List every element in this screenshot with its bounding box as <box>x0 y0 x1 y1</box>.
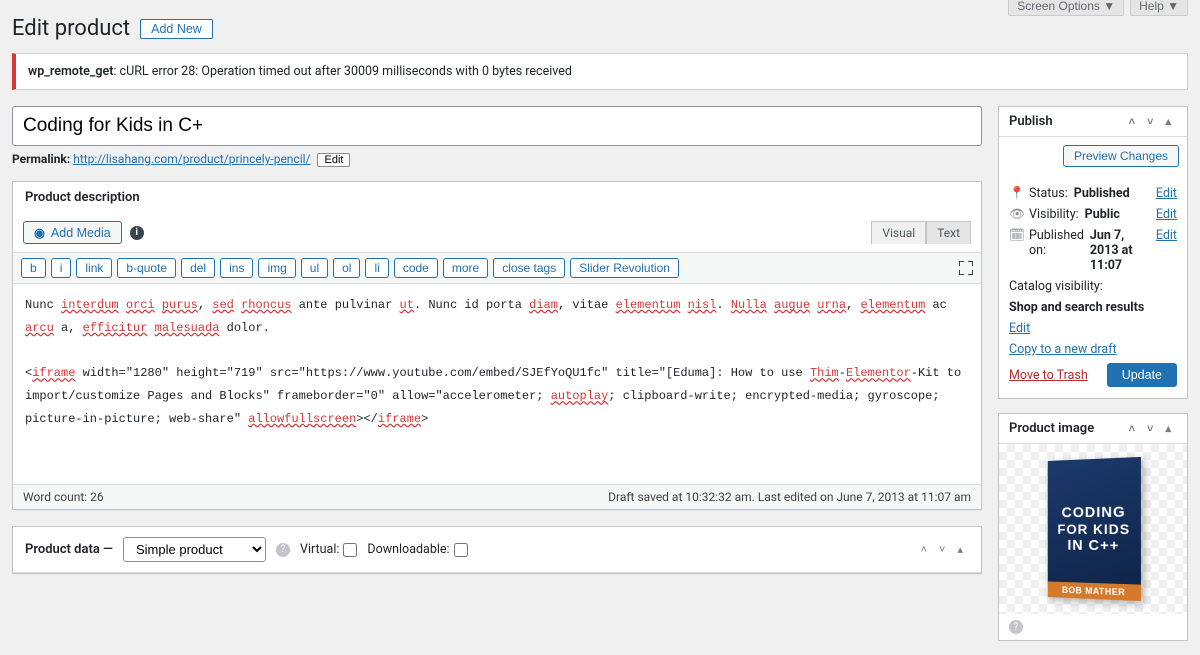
virtual-checkbox-label: Virtual: <box>300 542 357 557</box>
publish-box: Publish ˄ ˅ ▴ Preview Changes 📍 Status: … <box>998 106 1188 399</box>
eye-icon: 👁 <box>1009 207 1023 222</box>
book-title-1: CODING <box>1062 503 1126 521</box>
add-media-button[interactable]: ◉ Add Media <box>23 221 122 244</box>
notice-message: : cURL error 28: Operation timed out aft… <box>113 64 572 79</box>
toolbar-b-quote-button[interactable]: b-quote <box>117 258 176 278</box>
catalog-label: Catalog visibility: <box>1009 279 1103 294</box>
toolbar-i-button[interactable]: i <box>51 258 72 278</box>
visual-tab[interactable]: Visual <box>871 221 926 244</box>
update-button[interactable]: Update <box>1107 363 1177 387</box>
book-cover: CODING FOR KIDS IN C++ BOB MATHER <box>1048 457 1141 601</box>
downloadable-checkbox[interactable] <box>454 543 468 557</box>
notice-prefix: wp_remote_get <box>28 64 113 79</box>
toolbar-link-button[interactable]: link <box>76 258 112 278</box>
product-data-box: Product data — Simple product ? Virtual:… <box>12 526 982 574</box>
toolbar-Slider-Revolution-button[interactable]: Slider Revolution <box>570 258 679 278</box>
box-toggle-icon[interactable]: ▴ <box>951 543 969 556</box>
add-media-label: Add Media <box>51 226 111 240</box>
content-editor[interactable]: Nunc interdum orci purus, sed rhoncus an… <box>13 284 981 484</box>
visibility-edit-link[interactable]: Edit <box>1156 207 1177 222</box>
text-tab[interactable]: Text <box>926 221 971 244</box>
toolbar-del-button[interactable]: del <box>181 258 215 278</box>
downloadable-checkbox-label: Downloadable: <box>367 542 467 557</box>
visibility-label: Visibility: <box>1029 207 1079 222</box>
publish-toggle-icon[interactable]: ▴ <box>1159 115 1177 128</box>
toolbar-ul-button[interactable]: ul <box>301 258 328 278</box>
permalink-edit-button[interactable]: Edit <box>317 153 350 167</box>
catalog-value: Shop and search results <box>1009 300 1144 315</box>
error-notice: wp_remote_get: cURL error 28: Operation … <box>12 53 1188 90</box>
published-edit-link[interactable]: Edit <box>1156 228 1177 243</box>
permalink-base[interactable]: http://lisahang.com/product/ <box>73 152 229 166</box>
book-title-3: IN C++ <box>1067 537 1119 555</box>
image-down-icon[interactable]: ˅ <box>1141 422 1159 435</box>
copy-draft-link[interactable]: Copy to a new draft <box>1009 342 1117 357</box>
status-value: Published <box>1074 186 1130 201</box>
product-description-box: Product description ◉ Add Media i Visual… <box>12 181 982 510</box>
image-up-icon[interactable]: ˄ <box>1123 422 1141 435</box>
product-image-heading: Product image <box>1009 421 1094 436</box>
product-type-select[interactable]: Simple product <box>123 537 266 562</box>
virtual-checkbox[interactable] <box>343 543 357 557</box>
publish-down-icon[interactable]: ˅ <box>1141 115 1159 128</box>
toolbar-ins-button[interactable]: ins <box>220 258 253 278</box>
catalog-edit-link[interactable]: Edit <box>1009 321 1030 336</box>
product-data-label: Product data — <box>25 542 113 557</box>
published-label: Published on: <box>1029 228 1084 258</box>
box-up-icon[interactable]: ˄ <box>915 543 933 556</box>
toolbar-close-tags-button[interactable]: close tags <box>493 258 565 278</box>
toolbar-li-button[interactable]: li <box>365 258 388 278</box>
info-icon[interactable]: i <box>130 226 144 240</box>
add-new-button[interactable]: Add New <box>140 19 213 39</box>
toolbar-b-button[interactable]: b <box>21 258 46 278</box>
publish-up-icon[interactable]: ˄ <box>1123 115 1141 128</box>
pin-icon: 📍 <box>1009 186 1023 201</box>
screen-options-button[interactable]: Screen Options ▼ <box>1008 0 1124 16</box>
book-author: BOB MATHER <box>1048 581 1141 601</box>
toolbar-ol-button[interactable]: ol <box>333 258 360 278</box>
status-label: Status: <box>1029 186 1068 201</box>
help-icon[interactable]: ? <box>276 543 290 557</box>
product-image-preview[interactable]: CODING FOR KIDS IN C++ BOB MATHER <box>999 444 1187 614</box>
fullscreen-icon[interactable] <box>959 261 973 275</box>
image-help-icon[interactable]: ? <box>1009 620 1023 634</box>
product-title-input[interactable] <box>12 106 982 146</box>
permalink-label: Permalink: <box>12 152 70 166</box>
permalink-slug[interactable]: princely-pencil/ <box>229 152 311 166</box>
toolbar-more-button[interactable]: more <box>443 258 488 278</box>
calendar-icon: 🗓 <box>1009 228 1023 243</box>
box-down-icon[interactable]: ˅ <box>933 543 951 556</box>
preview-changes-button[interactable]: Preview Changes <box>1063 145 1179 167</box>
status-edit-link[interactable]: Edit <box>1156 186 1177 201</box>
visibility-value: Public <box>1085 207 1120 222</box>
save-status: Draft saved at 10:32:32 am. Last edited … <box>608 490 971 504</box>
help-button[interactable]: Help ▼ <box>1130 0 1188 16</box>
page-title: Edit product <box>12 16 130 41</box>
book-title-2: FOR KIDS <box>1057 521 1130 537</box>
published-value: Jun 7, 2013 at 11:07 <box>1090 228 1150 273</box>
product-image-box: Product image ˄ ˅ ▴ CODING FOR KIDS IN C… <box>998 413 1188 641</box>
description-heading: Product description <box>25 190 140 205</box>
editor-toolbar: bilinkb-quotedelinsimgulollicodemoreclos… <box>13 252 981 284</box>
image-toggle-icon[interactable]: ▴ <box>1159 422 1177 435</box>
toolbar-code-button[interactable]: code <box>394 258 438 278</box>
camera-icon: ◉ <box>34 225 45 240</box>
word-count: Word count: 26 <box>23 490 104 504</box>
publish-heading: Publish <box>1009 114 1053 129</box>
toolbar-img-button[interactable]: img <box>258 258 295 278</box>
move-trash-link[interactable]: Move to Trash <box>1009 368 1088 383</box>
